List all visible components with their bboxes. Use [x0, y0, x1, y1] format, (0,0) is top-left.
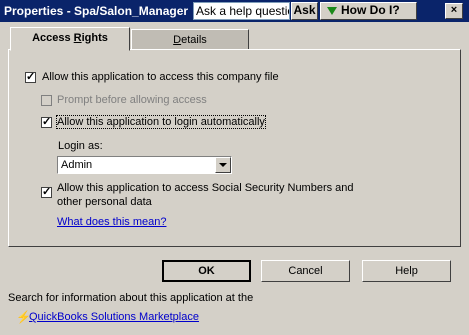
how-do-i-button[interactable]: How Do I? — [320, 2, 417, 20]
ask-button[interactable]: Ask — [291, 2, 318, 20]
close-button[interactable]: × — [445, 3, 463, 19]
login-auto-checkbox[interactable] — [41, 115, 52, 128]
dropdown-triangle-icon — [327, 7, 337, 15]
tab-details[interactable]: Details — [131, 29, 249, 50]
allow-access-label: Allow this application to access this co… — [42, 71, 279, 83]
ssn-label-line1: Allow this application to access Social … — [57, 182, 354, 194]
chevron-down-icon[interactable] — [215, 157, 231, 173]
login-auto-label: Allow this application to login automati… — [56, 115, 266, 129]
login-as-dropdown[interactable]: Admin — [57, 156, 232, 174]
cancel-button[interactable]: Cancel — [261, 260, 350, 282]
tab-access-rights-mnemonic: R — [73, 32, 82, 44]
login-as-value: Admin — [61, 159, 93, 171]
ok-button[interactable]: OK — [162, 260, 251, 282]
marketplace-link[interactable]: QuickBooks Solutions Marketplace — [29, 311, 199, 323]
how-do-i-label: How Do I? — [341, 3, 400, 17]
what-does-this-mean-link[interactable]: What does this mean? — [57, 216, 166, 228]
tab-details-label: etails — [181, 34, 207, 46]
access-rights-panel: Allow this application to access this co… — [8, 49, 461, 247]
title-bar: Properties - Spa/Salon_Manager Ask a hel… — [0, 0, 469, 22]
tab-details-mnemonic: D — [173, 34, 182, 46]
help-search-input[interactable]: Ask a help question — [193, 2, 290, 20]
ssn-label-line2: other personal data — [57, 196, 152, 208]
login-as-label: Login as: — [58, 140, 103, 152]
footer-info-text: Search for information about this applic… — [8, 292, 254, 304]
allow-access-checkbox[interactable] — [25, 70, 36, 83]
help-button[interactable]: Help — [362, 260, 451, 282]
ssn-checkbox[interactable] — [41, 185, 52, 198]
tab-access-rights-label-pre: Access — [32, 32, 74, 44]
prompt-before-checkbox — [41, 95, 52, 106]
tab-access-rights[interactable]: Access Rights — [10, 27, 130, 51]
window-title: Properties - Spa/Salon_Manager — [4, 4, 189, 18]
tab-access-rights-label-post: ights — [81, 32, 108, 44]
prompt-before-label: Prompt before allowing access — [57, 94, 207, 106]
